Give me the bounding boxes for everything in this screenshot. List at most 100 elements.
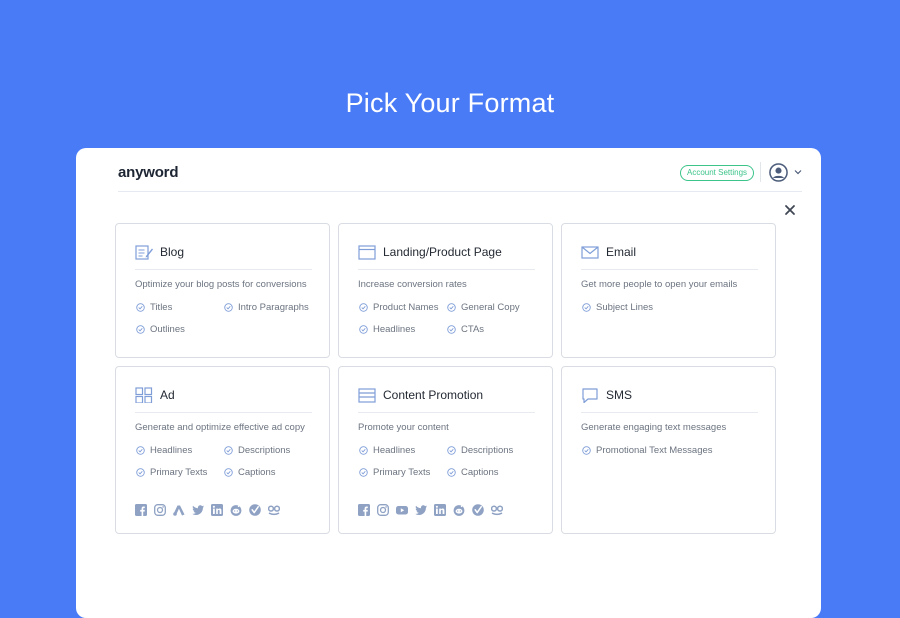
- feature-item: Titles: [136, 302, 172, 313]
- check-circle-icon: [136, 446, 145, 455]
- google-ads-icon: [173, 505, 185, 516]
- account-settings-button[interactable]: Account Settings: [680, 165, 755, 181]
- card-header: Email: [581, 241, 758, 270]
- card-title: Email: [606, 245, 637, 259]
- feature-label: Headlines: [150, 445, 193, 456]
- linkedin-icon: [434, 504, 446, 516]
- card-header: SMS: [581, 384, 758, 413]
- user-avatar-icon[interactable]: [769, 163, 788, 182]
- check-circle-icon: [359, 303, 368, 312]
- feature-label: Descriptions: [238, 445, 291, 456]
- top-bar: anyword Account Settings: [118, 148, 802, 192]
- format-card-email[interactable]: Email Get more people to open your emails…: [561, 223, 776, 358]
- anyword-logo[interactable]: anyword: [118, 164, 178, 181]
- feature-label: Descriptions: [461, 445, 514, 456]
- instagram-icon: [154, 504, 166, 516]
- reddit-icon: [453, 505, 465, 516]
- feature-label: Subject Lines: [596, 302, 654, 313]
- card-title: Blog: [160, 245, 185, 259]
- feature-item: Primary Texts: [136, 467, 207, 478]
- taboola-icon: [268, 505, 280, 516]
- check-circle-icon: [447, 303, 456, 312]
- chevron-down-icon[interactable]: [794, 169, 802, 175]
- card-header: Blog: [135, 241, 312, 270]
- card-header: Content Promotion: [358, 384, 535, 413]
- check-circle-icon: [224, 468, 233, 477]
- card-description: Get more people to open your emails: [581, 279, 738, 290]
- check-circle-icon: [582, 446, 591, 455]
- feature-item: CTAs: [447, 324, 484, 335]
- card-title: Content Promotion: [383, 388, 484, 402]
- format-card-ad[interactable]: Ad Generate and optimize effective ad cop…: [115, 366, 330, 534]
- grid-icon: [135, 387, 153, 403]
- check-circle-icon: [447, 468, 456, 477]
- check-circle-icon: [136, 303, 145, 312]
- blog-edit-icon: [135, 245, 153, 260]
- feature-label: Product Names: [373, 302, 439, 313]
- feature-label: Headlines: [373, 445, 416, 456]
- check-circle-icon: [359, 325, 368, 334]
- browser-window-icon: [358, 245, 376, 260]
- layout-rows-icon: [358, 388, 376, 403]
- feature-item: Outlines: [136, 324, 185, 335]
- instagram-icon: [377, 504, 389, 516]
- feature-label: CTAs: [461, 324, 485, 335]
- card-title: Ad: [160, 388, 175, 402]
- facebook-icon: [135, 504, 147, 516]
- feature-label: Captions: [238, 467, 276, 478]
- feature-item: Captions: [447, 467, 499, 478]
- format-card-sms[interactable]: SMS Generate engaging text messages Promot…: [561, 366, 776, 534]
- envelope-icon: [581, 246, 599, 259]
- check-circle-icon: [359, 446, 368, 455]
- card-description: Promote your content: [358, 422, 449, 433]
- feature-label: Outlines: [150, 324, 185, 335]
- feature-label: General Copy: [461, 302, 520, 313]
- feature-item: Headlines: [359, 445, 415, 456]
- feature-label: Primary Texts: [373, 467, 431, 478]
- check-circle-icon: [224, 303, 233, 312]
- chat-bubble-icon: [582, 388, 598, 403]
- feature-label: Promotional Text Messages: [596, 445, 713, 456]
- check-circle-icon: [224, 446, 233, 455]
- check-circle-icon: [136, 468, 145, 477]
- check-circle-icon: [582, 303, 591, 312]
- reddit-icon: [230, 505, 242, 516]
- feature-item: Primary Texts: [359, 467, 430, 478]
- taboola-icon: [491, 505, 503, 516]
- feature-item: Headlines: [136, 445, 192, 456]
- feature-item: Subject Lines: [582, 302, 653, 313]
- feature-label: Titles: [150, 302, 173, 313]
- card-description: Increase conversion rates: [358, 279, 467, 290]
- verizon-check-icon: [249, 504, 261, 516]
- card-header: Landing/Product Page: [358, 241, 535, 270]
- header-divider: [760, 162, 761, 182]
- card-description: Generate and optimize effective ad copy: [135, 422, 305, 433]
- feature-item: General Copy: [447, 302, 520, 313]
- twitter-icon: [415, 505, 427, 515]
- feature-label: Intro Paragraphs: [238, 302, 309, 313]
- feature-item: Descriptions: [447, 445, 513, 456]
- check-circle-icon: [447, 446, 456, 455]
- youtube-icon: [396, 506, 408, 515]
- close-icon[interactable]: [784, 204, 796, 216]
- facebook-icon: [358, 504, 370, 516]
- check-circle-icon: [447, 325, 456, 334]
- card-title: SMS: [606, 388, 633, 402]
- format-card-landing[interactable]: Landing/Product Page Increase conversion …: [338, 223, 553, 358]
- format-card-content-promotion[interactable]: Content Promotion Promote your content Hea…: [338, 366, 553, 534]
- twitter-icon: [192, 505, 204, 515]
- feature-label: Headlines: [373, 324, 416, 335]
- feature-label: Captions: [461, 467, 499, 478]
- format-card-blog[interactable]: Blog Optimize your blog posts for convers…: [115, 223, 330, 358]
- feature-item: Product Names: [359, 302, 438, 313]
- card-description: Optimize your blog posts for conversions: [135, 279, 307, 290]
- feature-label: Primary Texts: [150, 467, 208, 478]
- feature-item: Intro Paragraphs: [224, 302, 309, 313]
- card-title: Landing/Product Page: [383, 245, 502, 259]
- feature-item: Headlines: [359, 324, 415, 335]
- card-description: Generate engaging text messages: [581, 422, 727, 433]
- check-circle-icon: [136, 325, 145, 334]
- card-header: Ad: [135, 384, 312, 413]
- check-circle-icon: [359, 468, 368, 477]
- verizon-check-icon: [472, 504, 484, 516]
